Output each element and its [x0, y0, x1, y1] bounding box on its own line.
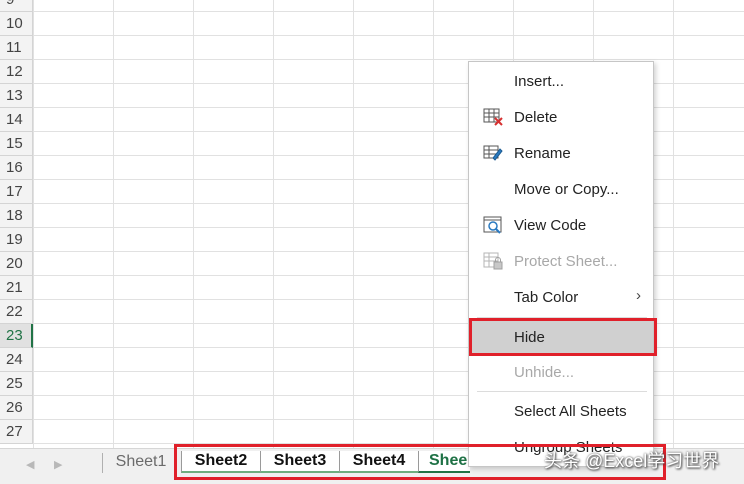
hide-highlight-box [469, 318, 657, 356]
menu-item-rename[interactable]: Rename [469, 136, 653, 170]
row-header[interactable]: 12 [0, 60, 33, 84]
cell-row[interactable] [33, 36, 744, 60]
menu-item-insert-label: Insert... [514, 72, 565, 90]
row-header[interactable]: 10 [0, 12, 33, 36]
row-header[interactable]: 21 [0, 276, 33, 300]
menu-separator [477, 391, 647, 392]
scroll-tabs-left-icon[interactable]: ◀ [26, 458, 34, 471]
menu-item-unhide: Unhide... [469, 355, 653, 389]
sheet-tab-context-menu: Insert... Delete Rename Move or Copy... [468, 61, 654, 467]
row-header[interactable]: 13 [0, 84, 33, 108]
cell-row[interactable] [33, 0, 744, 12]
menu-item-select-all-sheets-label: Select All Sheets [514, 402, 627, 420]
menu-item-tab-color[interactable]: Tab Color › [469, 280, 653, 314]
row-header[interactable]: 20 [0, 252, 33, 276]
row-header[interactable]: 24 [0, 348, 33, 372]
row-header[interactable]: 18 [0, 204, 33, 228]
menu-item-move-copy-label: Move or Copy... [514, 180, 619, 198]
row-header[interactable]: 23 [0, 324, 33, 348]
row-header[interactable]: 27 [0, 420, 33, 444]
menu-item-view-code-label: View Code [514, 216, 587, 234]
menu-item-protect-sheet-label: Protect Sheet... [514, 252, 618, 270]
view-code-icon [483, 216, 502, 234]
menu-item-protect-sheet: Protect Sheet... [469, 244, 653, 278]
cell-row[interactable] [33, 12, 744, 36]
tab-divider [102, 453, 103, 473]
row-header[interactable]: 14 [0, 108, 33, 132]
rename-sheet-icon [483, 145, 503, 161]
scroll-tabs-right-icon[interactable]: ▶ [54, 458, 62, 471]
row-header[interactable]: 22 [0, 300, 33, 324]
row-header[interactable]: 17 [0, 180, 33, 204]
menu-item-move-copy[interactable]: Move or Copy... [469, 172, 653, 206]
row-header[interactable]: 25 [0, 372, 33, 396]
menu-item-insert[interactable]: Insert... [469, 64, 653, 98]
row-header[interactable]: 9 [0, 0, 33, 12]
menu-item-tab-color-label: Tab Color [514, 288, 579, 306]
menu-item-delete-label: Delete [514, 108, 558, 126]
row-header[interactable]: 26 [0, 396, 33, 420]
chevron-right-icon: › [636, 287, 641, 304]
menu-item-delete[interactable]: Delete [469, 100, 653, 134]
menu-item-select-all-sheets[interactable]: Select All Sheets [469, 394, 653, 428]
row-header[interactable]: 11 [0, 36, 33, 60]
watermark: 头条 @Excel学习世界 [544, 451, 720, 471]
row-header[interactable]: 19 [0, 228, 33, 252]
protect-sheet-icon [483, 252, 503, 270]
tab-sheet1[interactable]: Sheet1 [104, 451, 178, 473]
menu-item-view-code[interactable]: View Code [469, 208, 653, 242]
row-header[interactable]: 16 [0, 156, 33, 180]
menu-item-unhide-label: Unhide... [514, 363, 575, 381]
menu-item-rename-label: Rename [514, 144, 571, 162]
delete-sheet-icon [483, 108, 503, 126]
row-header[interactable]: 15 [0, 132, 33, 156]
